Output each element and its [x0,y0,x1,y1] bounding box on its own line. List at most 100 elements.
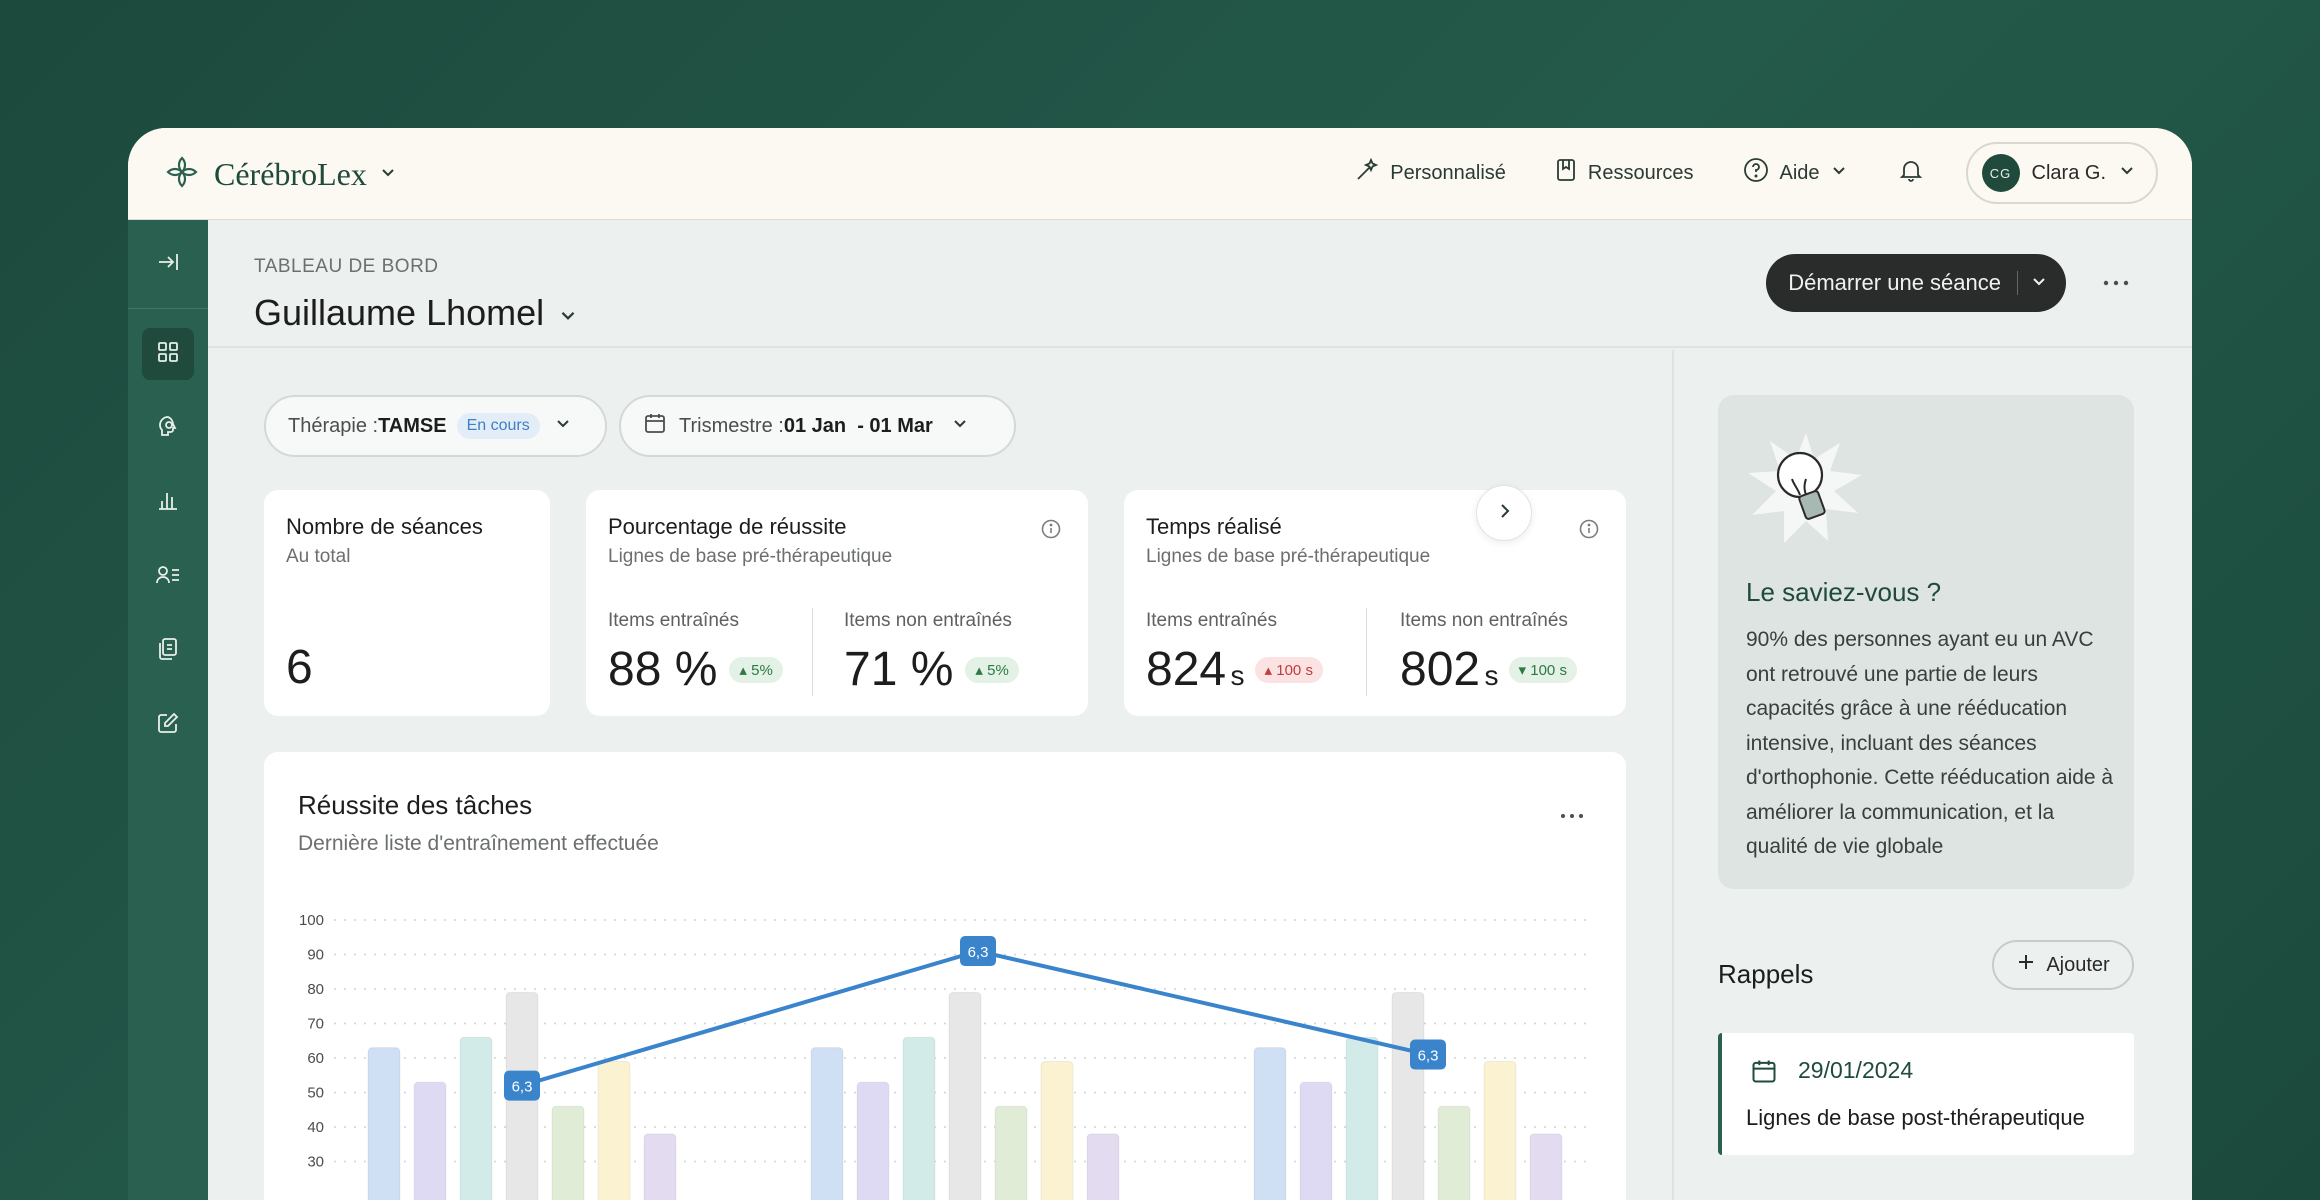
chart-bar [902,1036,936,1200]
delta-value: 5% [751,661,773,679]
tip-card: Le saviez-vous ? 90% des personnes ayant… [1718,395,2134,889]
sidebar-expand-button[interactable] [142,238,194,290]
sidebar-divider [128,308,208,309]
breadcrumb: TABLEAU DE BORD [254,256,439,277]
status-badge: En cours [456,413,540,439]
sidebar-item-documents[interactable] [142,625,194,677]
sparkle-icon [1354,157,1380,189]
brand-menu[interactable]: CérébroLex [162,152,397,197]
brand-logo-icon [162,152,202,197]
y-tick-label: 80 [307,981,324,998]
success-untrained-label: Items non entraînés [844,610,1012,631]
y-tick-label: 100 [299,912,324,929]
brand-name: CérébroLex [214,156,367,192]
app-window: CérébroLex Personnalisé Ressources Aide … [128,128,2192,1200]
time-unit: s [1230,660,1245,691]
chevron-down-icon [1830,161,1848,185]
user-name: Clara G. [2031,161,2106,184]
notifications-button[interactable] [1898,157,1924,189]
card-divider [1366,608,1367,696]
start-session-label: Démarrer une séance [1788,270,2001,295]
page-title: Guillaume Lhomel [254,292,545,333]
chevron-right-icon [1494,501,1514,526]
time-card-subtitle: Lignes de base pré-thérapeutique [1146,546,1431,567]
reminder-item[interactable]: 29/01/2024 Lignes de base post-thérapeut… [1718,1033,2134,1155]
chevron-down-icon [951,414,969,438]
book-icon [1554,157,1578,189]
nav-help[interactable]: Aide [1742,156,1848,190]
success-trained-label: Items entraînés [608,610,739,631]
chart-bar [367,1047,401,1200]
nav-personalized[interactable]: Personnalisé [1354,157,1506,189]
reminder-text: Lignes de base post-thérapeutique [1746,1105,2085,1130]
more-options-button[interactable] [2102,274,2130,292]
info-icon[interactable] [1578,518,1600,545]
chart-bar [413,1081,447,1200]
delta-value: 5% [987,661,1009,679]
chart-bar [597,1060,631,1200]
top-bar: CérébroLex Personnalisé Ressources Aide … [128,128,2192,220]
start-session-button[interactable]: Démarrer une séance [1766,254,2066,312]
sidebar-item-dashboard[interactable] [142,328,194,380]
period-filter[interactable]: Trismestre : 01 Jan - 01 Mar [619,395,1016,457]
info-icon[interactable] [1040,518,1062,545]
calendar-icon [643,411,667,441]
reminder-date: 29/01/2024 [1798,1057,1914,1083]
chevron-down-icon [2118,161,2136,185]
therapy-filter[interactable]: Thérapie : TAMSE En cours [264,395,607,457]
edit-icon [156,711,180,740]
sidebar-item-brain[interactable] [142,402,194,454]
add-reminder-button[interactable]: Ajouter [1992,940,2134,990]
chart-bar [1040,1060,1074,1200]
button-separator [2017,271,2018,295]
plus-icon [2016,952,2036,978]
nav-personalized-label: Personnalisé [1390,161,1506,184]
chart-bar [810,1047,844,1200]
card-divider [812,608,813,696]
success-card-subtitle: Lignes de base pré-thérapeutique [608,546,893,567]
success-untrained-value: 71 % [844,643,954,696]
sessions-card: Nombre de séances Au total 6 [264,490,550,716]
sidebar-item-stats[interactable] [142,476,194,528]
chart-bar [1529,1133,1563,1200]
chevron-down-icon[interactable] [2030,270,2048,296]
dashboard-icon [156,340,180,369]
delta-value: 100 s [1530,661,1567,679]
chart-bar [1483,1060,1517,1200]
patient-selector[interactable]: Guillaume Lhomel [254,292,578,334]
delta-badge-up: ▴ 5% [965,656,1019,683]
reminders-title: Rappels [1718,959,1814,989]
therapy-filter-label: Thérapie : [288,414,379,437]
chart-bar [1345,1036,1379,1200]
bell-icon [1898,157,1924,189]
bar-chart-icon [156,488,180,517]
y-tick-label: 60 [307,1050,324,1067]
sidebar [128,220,208,1200]
more-horizontal-icon [2102,274,2130,291]
sessions-card-title: Nombre de séances [286,514,483,539]
success-card-title: Pourcentage de réussite [608,514,847,539]
sidebar-item-notes[interactable] [142,699,194,751]
user-menu[interactable]: CG Clara G. [1965,142,2158,204]
page-header: TABLEAU DE BORD Guillaume Lhomel Démarre… [208,220,2192,348]
nav-help-label: Aide [1779,161,1820,184]
user-list-icon [155,563,181,592]
delta-value: 100 s [1276,661,1313,679]
nav-resources[interactable]: Ressources [1554,157,1694,189]
right-panel: Le saviez-vous ? 90% des personnes ayant… [1672,350,2192,1200]
time-unit: s [1484,660,1499,691]
brain-icon [155,413,181,444]
next-cards-button[interactable] [1476,485,1532,541]
chart-bar [856,1081,890,1200]
sidebar-item-patients[interactable] [142,551,194,603]
chart-bar [643,1133,677,1200]
chevron-down-icon [558,292,578,334]
time-untrained-label: Items non entraînés [1400,610,1568,631]
y-tick-label: 70 [307,1016,324,1033]
y-tick-label: 90 [307,947,324,964]
chart-bar [1086,1133,1120,1200]
time-trained-label: Items entraînés [1146,610,1277,631]
time-untrained-value: 802 [1400,643,1481,696]
tip-title: Le saviez-vous ? [1746,577,1942,607]
chevron-down-icon [379,163,397,186]
